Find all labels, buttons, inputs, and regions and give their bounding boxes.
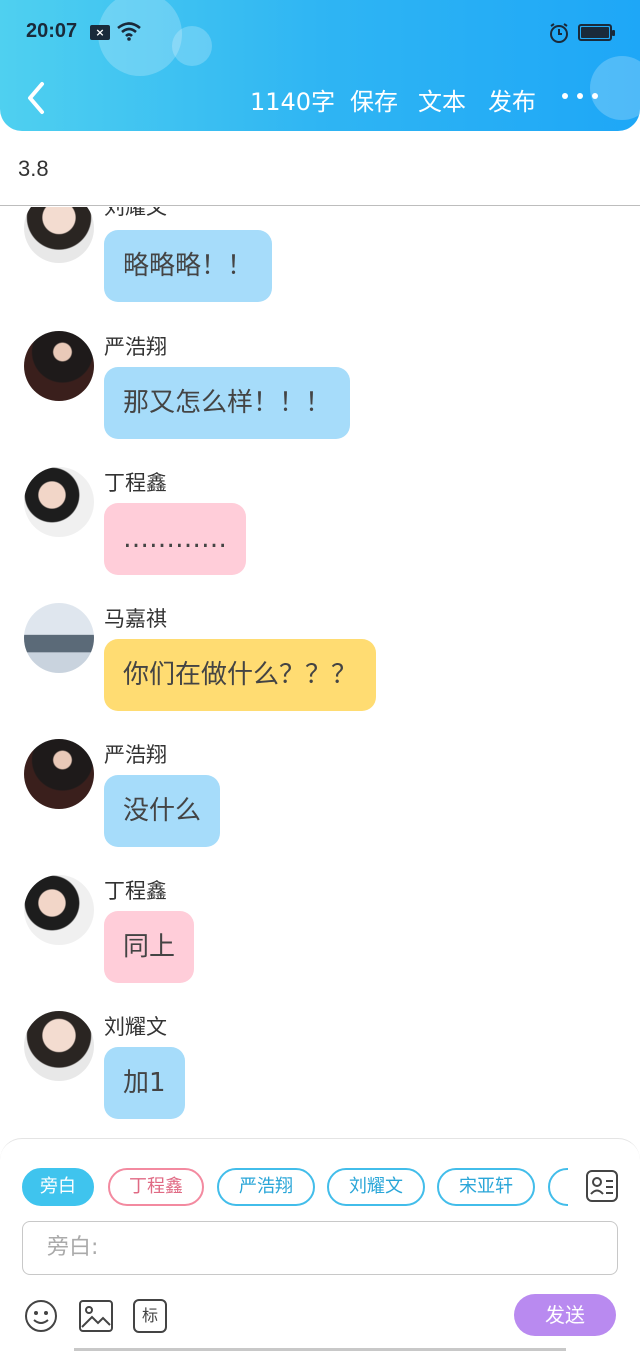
message-bubble[interactable]: 加1 bbox=[104, 1047, 185, 1119]
tag-button[interactable]: 标 bbox=[133, 1299, 167, 1333]
avatar[interactable] bbox=[24, 875, 94, 945]
status-time: 20:07 bbox=[26, 20, 78, 42]
chat-list[interactable]: 刘耀文 略略略！！ 严浩翔 那又怎么样！！！ 丁程鑫 ………… 马嘉祺 你们在做… bbox=[0, 207, 640, 1137]
sender-name: 马嘉祺 bbox=[104, 607, 167, 631]
contacts-icon[interactable] bbox=[585, 1169, 619, 1203]
message-bubble[interactable]: 没什么 bbox=[104, 775, 221, 847]
sender-name: 刘耀文 bbox=[104, 207, 167, 219]
text-button[interactable]: 文本 bbox=[418, 82, 466, 117]
role-chip-bar[interactable]: 旁白 丁程鑫 严浩翔 刘耀文 宋亚轩 bbox=[22, 1168, 568, 1206]
sender-name: 严浩翔 bbox=[104, 335, 167, 359]
word-count: 1140字 bbox=[250, 88, 336, 116]
role-chip[interactable]: 宋亚轩 bbox=[437, 1168, 535, 1206]
chapter-title: 3.8 bbox=[18, 156, 49, 181]
avatar[interactable] bbox=[24, 331, 94, 401]
image-icon[interactable] bbox=[78, 1299, 114, 1333]
sender-name: 丁程鑫 bbox=[104, 471, 167, 495]
avatar[interactable] bbox=[24, 603, 94, 673]
message-bubble[interactable]: ………… bbox=[104, 503, 246, 575]
message-bubble[interactable]: 那又怎么样！！！ bbox=[104, 367, 351, 439]
avatar[interactable] bbox=[24, 1011, 94, 1081]
publish-button[interactable]: 发布 bbox=[488, 82, 536, 117]
wifi-icon bbox=[117, 22, 141, 41]
message-bubble[interactable]: 同上 bbox=[104, 911, 195, 983]
role-chip[interactable] bbox=[548, 1168, 568, 1206]
role-chip[interactable]: 严浩翔 bbox=[217, 1168, 315, 1206]
message-input[interactable]: 旁白: bbox=[22, 1221, 618, 1275]
send-button[interactable]: 发送 bbox=[514, 1294, 616, 1336]
back-button[interactable] bbox=[22, 80, 52, 116]
chapter-title-row[interactable]: 3.8 bbox=[0, 140, 640, 206]
message-bubble[interactable]: 略略略！！ bbox=[104, 230, 273, 302]
role-chip[interactable]: 刘耀文 bbox=[327, 1168, 425, 1206]
sender-name: 丁程鑫 bbox=[104, 879, 167, 903]
avatar[interactable] bbox=[24, 207, 94, 263]
decor-bubble bbox=[172, 26, 212, 66]
role-chip[interactable]: 丁程鑫 bbox=[108, 1168, 204, 1206]
avatar[interactable] bbox=[24, 739, 94, 809]
sender-name: 刘耀文 bbox=[104, 1015, 167, 1039]
notification-icon: × bbox=[90, 25, 110, 40]
save-button[interactable]: 保存 bbox=[350, 82, 398, 117]
battery-icon bbox=[578, 24, 615, 41]
composer-panel: 旁白 丁程鑫 严浩翔 刘耀文 宋亚轩 旁白: 标 发送 bbox=[0, 1138, 640, 1351]
role-chip-narrator[interactable]: 旁白 bbox=[22, 1168, 94, 1206]
message-bubble[interactable]: 你们在做什么？？？ bbox=[104, 639, 377, 711]
decor-bubble bbox=[590, 56, 640, 120]
avatar[interactable] bbox=[24, 467, 94, 537]
sender-name: 严浩翔 bbox=[104, 743, 167, 767]
alarm-icon bbox=[550, 23, 568, 43]
emoji-icon[interactable] bbox=[24, 1299, 58, 1333]
app-header: 20:07 × 1140字 保存 文本 发布 bbox=[0, 0, 640, 131]
more-menu-button[interactable] bbox=[562, 93, 598, 103]
